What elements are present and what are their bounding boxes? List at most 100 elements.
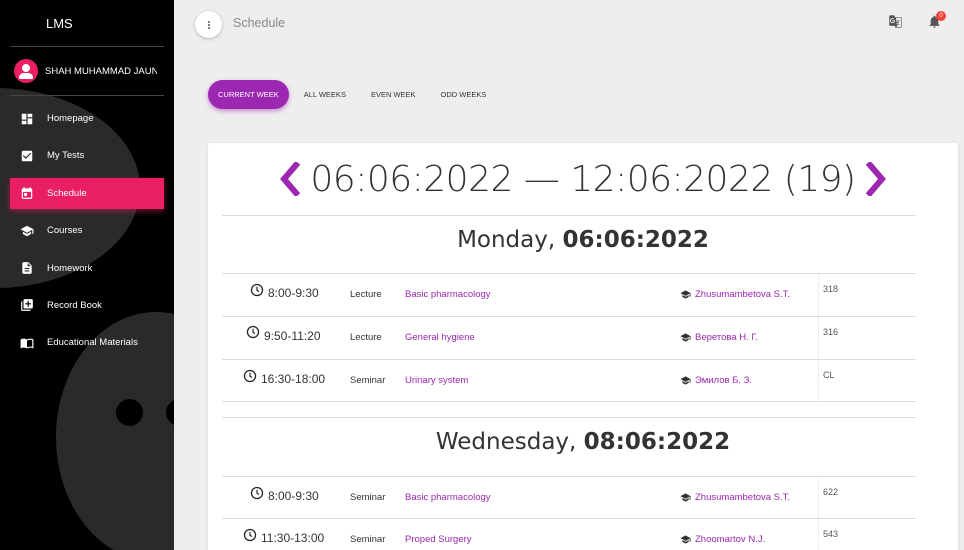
checkbox-icon xyxy=(20,149,34,163)
dashboard-icon xyxy=(20,112,34,126)
divider xyxy=(818,317,819,359)
sidebar-item-educational-materials[interactable]: Educational Materials xyxy=(10,327,164,358)
lesson-room: 622 xyxy=(823,487,839,497)
lesson-teacher-link[interactable]: Zhusumambetova S.T. xyxy=(680,492,790,503)
more-vertical-icon xyxy=(207,23,210,26)
lesson-room: 318 xyxy=(823,284,839,294)
divider xyxy=(222,401,916,402)
clock-icon xyxy=(243,528,257,542)
clock-icon xyxy=(250,486,264,500)
day-heading: Monday, 06:06:2022 xyxy=(208,227,958,253)
graduation-cap-icon xyxy=(680,376,691,385)
lesson-row: 8:00-9:30 Seminar Basic pharmacology Zhu… xyxy=(222,477,916,519)
chevron-left-icon xyxy=(280,160,301,198)
chevron-right-icon xyxy=(865,160,886,198)
sidebar-item-schedule[interactable]: Schedule xyxy=(10,177,164,209)
lesson-type: Lecture xyxy=(350,289,382,300)
sidebar-item-homepage[interactable]: Homepage xyxy=(10,103,164,134)
teacher-name: Эмилов Б. З. xyxy=(695,375,753,386)
day-heading: Wednesday, 08:06:2022 xyxy=(208,429,958,455)
teacher-name: Zhoomartov N.J. xyxy=(695,534,766,545)
graduation-cap-icon xyxy=(680,333,691,342)
lesson-teacher-link[interactable]: Веретова Н. Г. xyxy=(680,332,758,343)
lesson-row: 16:30-18:00 Seminar Urinary system Эмило… xyxy=(222,360,916,402)
clock-icon xyxy=(243,369,257,383)
clock-icon xyxy=(250,283,264,297)
divider xyxy=(818,360,819,402)
notification-badge: 0 xyxy=(936,11,946,21)
sidebar-item-record-book[interactable]: Record Book xyxy=(10,290,164,321)
lesson-teacher-link[interactable]: Zhusumambetova S.T. xyxy=(680,289,790,300)
lesson-room: 543 xyxy=(823,529,839,539)
top-bar: Schedule 0 xyxy=(174,0,964,46)
divider xyxy=(222,215,916,216)
tab-all-weeks[interactable]: ALL WEEKS xyxy=(294,80,356,109)
graduation-cap-icon xyxy=(680,535,691,544)
document-icon xyxy=(20,261,34,275)
teacher-name: Zhusumambetova S.T. xyxy=(695,492,791,503)
sidebar-nav: Homepage My Tests Schedule Courses Homew… xyxy=(10,103,164,365)
next-week-button[interactable] xyxy=(865,160,888,198)
lesson-subject-link[interactable]: Urinary system xyxy=(405,375,468,386)
sidebar-item-my-tests[interactable]: My Tests xyxy=(10,140,164,171)
previous-week-button[interactable] xyxy=(278,160,301,198)
more-menu-button[interactable] xyxy=(195,11,222,38)
lesson-teacher-link[interactable]: Эмилов Б. З. xyxy=(680,375,752,386)
weekday: Monday, xyxy=(457,227,556,253)
translate-icon[interactable] xyxy=(888,14,903,29)
day-date: 06:06:2022 xyxy=(562,227,709,253)
clock-icon xyxy=(246,325,260,339)
lesson-subject-link[interactable]: Proped Surgery xyxy=(405,534,472,545)
day-date: 08:06:2022 xyxy=(583,429,731,455)
avatar xyxy=(14,59,38,83)
calendar-icon xyxy=(20,186,34,200)
divider xyxy=(818,274,819,316)
lesson-subject-link[interactable]: General hygiene xyxy=(405,332,475,343)
sidebar-item-label: Educational Materials xyxy=(47,337,138,349)
teacher-name: Zhusumambetova S.T. xyxy=(695,289,791,300)
lesson-room: CL xyxy=(823,370,835,380)
book-icon xyxy=(20,336,34,350)
sidebar-item-label: Courses xyxy=(47,225,83,237)
lesson-type: Seminar xyxy=(350,375,386,386)
user-name: SHAH MUHAMMAD JAUN xyxy=(45,65,157,77)
sidebar: LMS SHAH MUHAMMAD JAUN Homepage My Tests… xyxy=(0,0,174,550)
divider xyxy=(818,477,819,519)
graduation-cap-icon xyxy=(20,224,34,238)
lesson-row: 11:30-13:00 Seminar Proped Surgery Zhoom… xyxy=(222,519,916,550)
weekday: Wednesday, xyxy=(435,429,577,455)
tab-current-week[interactable]: CURRENT WEEK xyxy=(208,80,289,109)
sidebar-decoration xyxy=(116,399,143,426)
graduation-cap-icon xyxy=(680,493,691,502)
week-tabs: CURRENT WEEK ALL WEEKS EVEN WEEK ODD WEE… xyxy=(208,80,501,109)
sidebar-item-label: Schedule xyxy=(47,187,87,199)
user-profile[interactable]: SHAH MUHAMMAD JAUN xyxy=(14,59,157,83)
week-range: 06:06:2022 — 12:06:2022 (19) xyxy=(310,158,856,200)
divider xyxy=(818,519,819,550)
brand-logo[interactable]: LMS xyxy=(46,16,73,31)
lesson-row: 9:50-11:20 Lecture General hygiene Верет… xyxy=(222,317,916,359)
sidebar-item-label: My Tests xyxy=(47,150,85,162)
lesson-type: Lecture xyxy=(350,332,382,343)
lesson-subject-link[interactable]: Basic pharmacology xyxy=(405,289,491,300)
divider xyxy=(222,417,916,418)
divider xyxy=(10,46,164,47)
tab-odd-weeks[interactable]: ODD WEEKS xyxy=(431,80,497,109)
lesson-subject-link[interactable]: Basic pharmacology xyxy=(405,492,491,503)
lesson-row: 8:00-9:30 Lecture Basic pharmacology Zhu… xyxy=(222,274,916,316)
tab-even-week[interactable]: EVEN WEEK xyxy=(361,80,426,109)
lesson-teacher-link[interactable]: Zhoomartov N.J. xyxy=(680,534,765,545)
page-title: Schedule xyxy=(233,16,286,30)
sidebar-item-label: Record Book xyxy=(47,299,102,311)
sidebar-item-homework[interactable]: Homework xyxy=(10,253,164,284)
lesson-type: Seminar xyxy=(350,534,386,545)
sidebar-item-label: Homepage xyxy=(47,113,94,124)
lesson-room: 316 xyxy=(823,327,839,337)
divider xyxy=(10,95,164,96)
lesson-type: Seminar xyxy=(350,492,386,503)
teacher-name: Веретова Н. Г. xyxy=(695,332,759,343)
sidebar-item-courses[interactable]: Courses xyxy=(10,215,164,246)
record-book-icon xyxy=(20,298,34,312)
week-navigator: 06:06:2022 — 12:06:2022 (19) xyxy=(208,157,958,201)
graduation-cap-icon xyxy=(680,290,691,299)
